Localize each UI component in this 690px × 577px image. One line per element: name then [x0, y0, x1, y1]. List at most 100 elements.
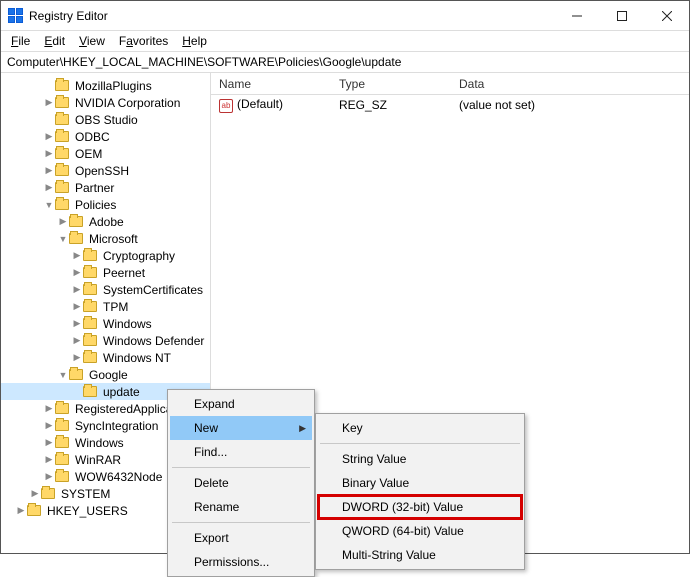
- chevron-right-icon[interactable]: ▶: [43, 471, 55, 482]
- menu-favorites[interactable]: Favorites: [113, 32, 174, 50]
- address-input[interactable]: [7, 55, 683, 69]
- tree-item-label: SYSTEM: [59, 487, 112, 501]
- ctx-find[interactable]: Find...: [170, 440, 312, 464]
- chevron-right-icon[interactable]: ▶: [29, 488, 41, 499]
- tree-item[interactable]: ▼ Policies: [1, 196, 210, 213]
- folder-icon: [27, 505, 41, 516]
- folder-icon: [55, 420, 69, 431]
- tree-item-label: ODBC: [73, 130, 112, 144]
- tree-item[interactable]: ▼Microsoft: [1, 230, 210, 247]
- value-data: (value not set): [451, 98, 689, 112]
- context-submenu-new: Key String Value Binary Value DWORD (32-…: [315, 413, 525, 570]
- folder-icon: [55, 199, 69, 210]
- tree-item[interactable]: ▶ Cryptography: [1, 247, 210, 264]
- chevron-right-icon[interactable]: ▶: [57, 216, 69, 227]
- tree-item[interactable]: ▶Windows Defender: [1, 332, 210, 349]
- chevron-right-icon[interactable]: ▶: [43, 97, 55, 108]
- tree-item[interactable]: ▶Adobe: [1, 213, 210, 230]
- chevron-right-icon[interactable]: ▶: [43, 148, 55, 159]
- value-type: REG_SZ: [331, 98, 451, 112]
- tree-item[interactable]: ▶ ODBC: [1, 128, 210, 145]
- chevron-right-icon[interactable]: ▶: [43, 437, 55, 448]
- tree-item-label: Google: [87, 368, 130, 382]
- chevron-right-icon[interactable]: ▶: [71, 267, 83, 278]
- chevron-right-icon[interactable]: ▶: [71, 301, 83, 312]
- tree-item-label: NVIDIA Corporation: [73, 96, 182, 110]
- folder-icon: [69, 369, 83, 380]
- list-header: Name Type Data: [211, 73, 689, 95]
- ctx-new[interactable]: New▶: [170, 416, 312, 440]
- chevron-right-icon[interactable]: ▶: [43, 403, 55, 414]
- ctx-new-string[interactable]: String Value: [318, 447, 522, 471]
- chevron-right-icon[interactable]: ▶: [15, 505, 27, 516]
- folder-icon: [55, 437, 69, 448]
- folder-icon: [55, 80, 69, 91]
- chevron-right-icon[interactable]: ▶: [43, 420, 55, 431]
- ctx-new-multistring[interactable]: Multi-String Value: [318, 543, 522, 567]
- ctx-rename[interactable]: Rename: [170, 495, 312, 519]
- chevron-right-icon[interactable]: ▶: [71, 250, 83, 261]
- chevron-right-icon[interactable]: ▶: [43, 131, 55, 142]
- tree-item-label: SyncIntegration: [73, 419, 160, 433]
- chevron-down-icon[interactable]: ▼: [57, 234, 69, 244]
- menu-edit[interactable]: Edit: [38, 32, 71, 50]
- chevron-right-icon[interactable]: ▶: [43, 182, 55, 193]
- close-button[interactable]: [644, 1, 689, 31]
- folder-icon: [83, 318, 97, 329]
- tree-item[interactable]: ▶TPM: [1, 298, 210, 315]
- tree-item[interactable]: ▶SystemCertificates: [1, 281, 210, 298]
- separator: [172, 522, 310, 523]
- chevron-right-icon[interactable]: ▶: [71, 335, 83, 346]
- folder-icon: [83, 352, 97, 363]
- tree-item-label: Cryptography: [101, 249, 177, 263]
- tree-item-label: Windows: [73, 436, 126, 450]
- ctx-new-dword[interactable]: DWORD (32-bit) Value: [318, 495, 522, 519]
- tree-item[interactable]: • MozillaPlugins: [1, 77, 210, 94]
- tree-item[interactable]: ▶OpenSSH: [1, 162, 210, 179]
- chevron-right-icon[interactable]: ▶: [43, 454, 55, 465]
- tree-item-label: MozillaPlugins: [73, 79, 154, 93]
- submenu-arrow-icon: ▶: [299, 423, 306, 434]
- ctx-delete[interactable]: Delete: [170, 471, 312, 495]
- ctx-expand[interactable]: Expand: [170, 392, 312, 416]
- tree-item[interactable]: •OBS Studio: [1, 111, 210, 128]
- column-name[interactable]: Name: [211, 77, 331, 91]
- tree-item[interactable]: ▶Partner: [1, 179, 210, 196]
- folder-icon: [83, 267, 97, 278]
- chevron-right-icon[interactable]: ▶: [71, 318, 83, 329]
- menu-bar: File Edit View Favorites Help: [1, 31, 689, 51]
- column-data[interactable]: Data: [451, 77, 689, 91]
- tree-item[interactable]: ▼ Google: [1, 366, 210, 383]
- chevron-down-icon[interactable]: ▼: [57, 370, 69, 380]
- tree-item-label: Policies: [73, 198, 118, 212]
- ctx-export[interactable]: Export: [170, 526, 312, 550]
- folder-icon: [55, 97, 69, 108]
- column-type[interactable]: Type: [331, 77, 451, 91]
- chevron-right-icon[interactable]: ▶: [43, 165, 55, 176]
- app-icon: [7, 8, 23, 24]
- tree-item-label: WOW6432Node: [73, 470, 164, 484]
- chevron-down-icon[interactable]: ▼: [43, 200, 55, 210]
- ctx-new-qword[interactable]: QWORD (64-bit) Value: [318, 519, 522, 543]
- minimize-button[interactable]: [554, 1, 599, 31]
- ctx-new-binary[interactable]: Binary Value: [318, 471, 522, 495]
- ctx-new-key[interactable]: Key: [318, 416, 522, 440]
- menu-view[interactable]: View: [73, 32, 111, 50]
- folder-icon: [83, 284, 97, 295]
- window-title: Registry Editor: [29, 9, 554, 23]
- separator: [320, 443, 520, 444]
- chevron-right-icon[interactable]: ▶: [71, 352, 83, 363]
- value-row[interactable]: ab(Default)REG_SZ(value not set): [211, 95, 689, 113]
- tree-item[interactable]: ▶Peernet: [1, 264, 210, 281]
- folder-icon: [55, 454, 69, 465]
- menu-file[interactable]: File: [5, 32, 36, 50]
- tree-item[interactable]: ▶OEM: [1, 145, 210, 162]
- tree-item[interactable]: ▶ NVIDIA Corporation: [1, 94, 210, 111]
- title-bar: Registry Editor: [1, 1, 689, 31]
- tree-item[interactable]: ▶Windows NT: [1, 349, 210, 366]
- tree-item[interactable]: ▶Windows: [1, 315, 210, 332]
- maximize-button[interactable]: [599, 1, 644, 31]
- chevron-right-icon: •: [43, 81, 55, 91]
- chevron-right-icon[interactable]: ▶: [71, 284, 83, 295]
- menu-help[interactable]: Help: [176, 32, 213, 50]
